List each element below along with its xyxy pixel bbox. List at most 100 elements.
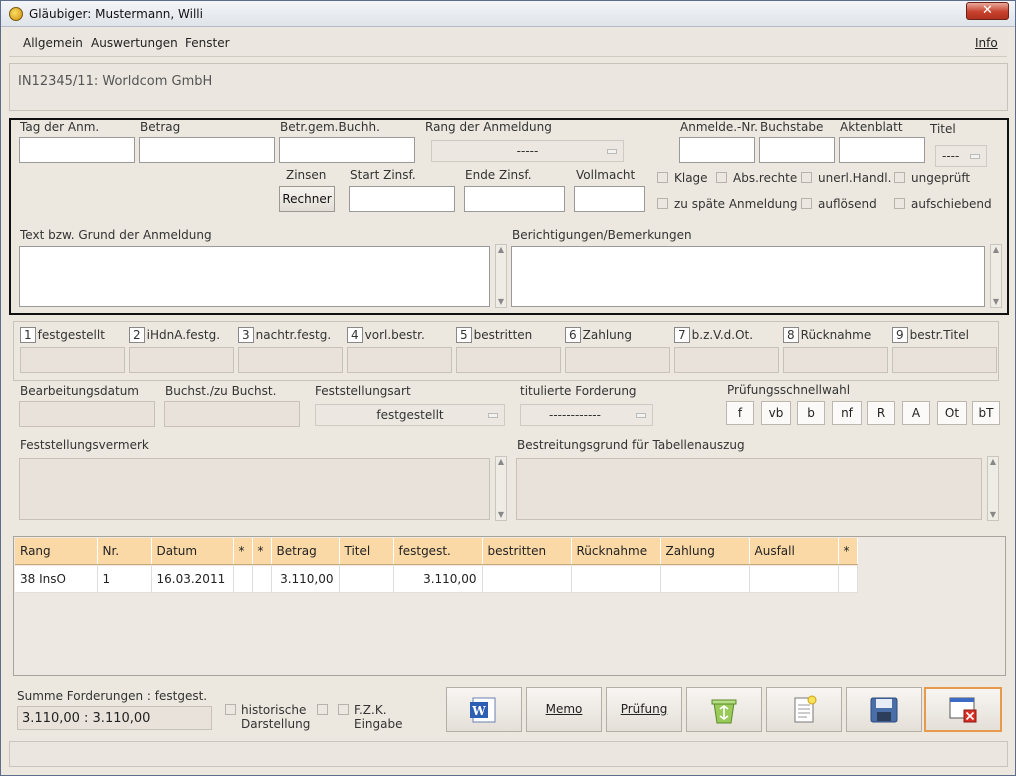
cell-festgest: 3.110,00 (393, 566, 483, 593)
memo-label: Memo (545, 702, 583, 716)
aktenblatt-label: Aktenblatt (840, 120, 903, 134)
abs-rechte-checkbox[interactable] (716, 172, 727, 183)
col-rang[interactable]: Rang (15, 538, 98, 565)
vollmacht-field[interactable] (574, 186, 645, 212)
start-zinsf-field[interactable] (349, 186, 455, 212)
word-button[interactable]: W (446, 687, 522, 732)
quick-b-button[interactable]: b (797, 401, 825, 425)
historische-checkbox[interactable] (225, 704, 236, 715)
bearbeitungsdatum-field[interactable] (19, 401, 155, 427)
summe-label: Summe Forderungen : festgest. (17, 689, 208, 703)
feststellungsvermerk-textarea[interactable] (19, 458, 490, 520)
zu-spaete-anmeldung-checkbox[interactable] (657, 198, 668, 209)
status-field-2[interactable] (129, 347, 234, 373)
cell-betrag: 3.110,00 (271, 566, 340, 593)
rechner-button[interactable]: Rechner (279, 186, 335, 212)
quick-ot-button[interactable]: Ot (937, 401, 967, 425)
col-ausfall[interactable]: Ausfall (749, 538, 839, 565)
betrag-field[interactable] (139, 137, 275, 163)
quick-nf-button[interactable]: nf (832, 401, 862, 425)
pruefungsschnellwahl-label: Prüfungsschnellwahl (727, 383, 851, 397)
fzk-checkbox-2[interactable] (338, 704, 349, 715)
col-star-3[interactable]: * (838, 538, 858, 565)
text-grund-textarea[interactable] (19, 246, 490, 307)
new-document-icon (794, 695, 817, 723)
buchstabe-label: Buchstabe (760, 120, 824, 134)
tag-der-anm-field[interactable] (19, 137, 135, 163)
ende-zinsf-label: Ende Zinsf. (465, 168, 532, 182)
bestreitungsgrund-textarea[interactable] (516, 458, 982, 520)
menu-fenster[interactable]: Fenster (185, 36, 230, 50)
berichtigungen-textarea[interactable] (511, 246, 985, 307)
text-grund-scrollbar[interactable]: ▲ ▼ (495, 244, 507, 308)
status-field-6[interactable] (565, 347, 670, 373)
menu-info[interactable]: Info (975, 36, 998, 50)
status-field-9[interactable] (892, 347, 997, 373)
unerl-handl-label: unerl.Handl. (818, 171, 892, 185)
quick-f-button[interactable]: f (726, 401, 754, 425)
save-button[interactable] (846, 687, 922, 732)
historische-label: historische (241, 703, 307, 717)
quick-vb-button[interactable]: vb (761, 401, 791, 425)
ende-zinsf-field[interactable] (464, 186, 565, 212)
quick-a-button[interactable]: A (902, 401, 930, 425)
eingabe-label: Eingabe (354, 717, 403, 731)
table-row[interactable]: 38 InsO 1 16.03.2011 3.110,00 3.110,00 (15, 566, 858, 593)
col-nr[interactable]: Nr. (97, 538, 152, 565)
aufloesend-label: auflösend (818, 197, 877, 211)
bestreitungsgrund-label: Bestreitungsgrund für Tabellenauszug (517, 438, 745, 452)
col-titel[interactable]: Titel (339, 538, 394, 565)
quick-bt-button[interactable]: bT (972, 401, 1000, 425)
col-star-2[interactable]: * (252, 538, 272, 565)
pruefung-button[interactable]: Prüfung (606, 687, 682, 732)
bestreitungsgrund-scrollbar[interactable]: ▲ ▼ (987, 456, 999, 521)
col-bestritten[interactable]: bestritten (482, 538, 572, 565)
aufschiebend-checkbox[interactable] (894, 198, 905, 209)
anmelde-nr-field[interactable] (679, 137, 755, 163)
betr-gem-buchh-field[interactable] (279, 137, 415, 163)
col-betrag[interactable]: Betrag (271, 538, 340, 565)
menu-allgemein[interactable]: Allgemein (23, 36, 83, 50)
aufloesend-checkbox[interactable] (801, 198, 812, 209)
status-field-7[interactable] (674, 347, 779, 373)
bearbeitungsdatum-label: Bearbeitungsdatum (20, 384, 139, 398)
col-zahlung[interactable]: Zahlung (660, 538, 750, 565)
col-festgest[interactable]: festgest. (393, 538, 483, 565)
close-window-button[interactable]: ✕ (966, 2, 1009, 20)
status-field-4[interactable] (347, 347, 452, 373)
chevron-down-icon (970, 154, 980, 159)
memo-button[interactable]: Memo (526, 687, 602, 732)
feststellungsart-select[interactable]: festgestellt (315, 404, 505, 426)
status-label-7: 7 b.z.V.d.Ot. (674, 327, 753, 343)
rang-select[interactable]: ----- (431, 140, 624, 162)
close-form-button[interactable] (924, 687, 1002, 732)
chevron-down-icon (607, 149, 617, 154)
recycle-button[interactable] (686, 687, 762, 732)
status-field-3[interactable] (238, 347, 343, 373)
menu-info-label: Info (975, 36, 998, 50)
klage-checkbox[interactable] (657, 172, 668, 183)
new-document-button[interactable] (766, 687, 842, 732)
berichtigungen-scrollbar[interactable]: ▲ ▼ (990, 244, 1002, 308)
status-field-5[interactable] (456, 347, 561, 373)
buchstabe-field[interactable] (759, 137, 835, 163)
status-label-4: 4 vorl.bestr. (347, 327, 425, 343)
status-field-1[interactable] (20, 347, 125, 373)
titulierte-forderung-select[interactable]: ------------ (520, 404, 653, 426)
ungeprueft-checkbox[interactable] (894, 172, 905, 183)
unerl-handl-checkbox[interactable] (801, 172, 812, 183)
menu-auswertungen[interactable]: Auswertungen (91, 36, 178, 50)
titel-select[interactable]: ---- (935, 145, 987, 167)
col-ruecknahme[interactable]: Rücknahme (571, 538, 661, 565)
fzk-checkbox-1[interactable] (317, 704, 328, 715)
col-star-1[interactable]: * (233, 538, 253, 565)
status-field-8[interactable] (783, 347, 888, 373)
aktenblatt-field[interactable] (839, 137, 925, 163)
feststellungsvermerk-scrollbar[interactable]: ▲ ▼ (495, 456, 507, 521)
zu-spaete-anmeldung-label: zu späte Anmeldung (674, 197, 798, 211)
col-datum[interactable]: Datum (151, 538, 234, 565)
anmelde-nr-label: Anmelde.-Nr. (680, 120, 758, 134)
rang-label: Rang der Anmeldung (425, 120, 552, 134)
buchst-zu-buchst-field[interactable] (164, 401, 300, 427)
quick-r-button[interactable]: R (867, 401, 895, 425)
